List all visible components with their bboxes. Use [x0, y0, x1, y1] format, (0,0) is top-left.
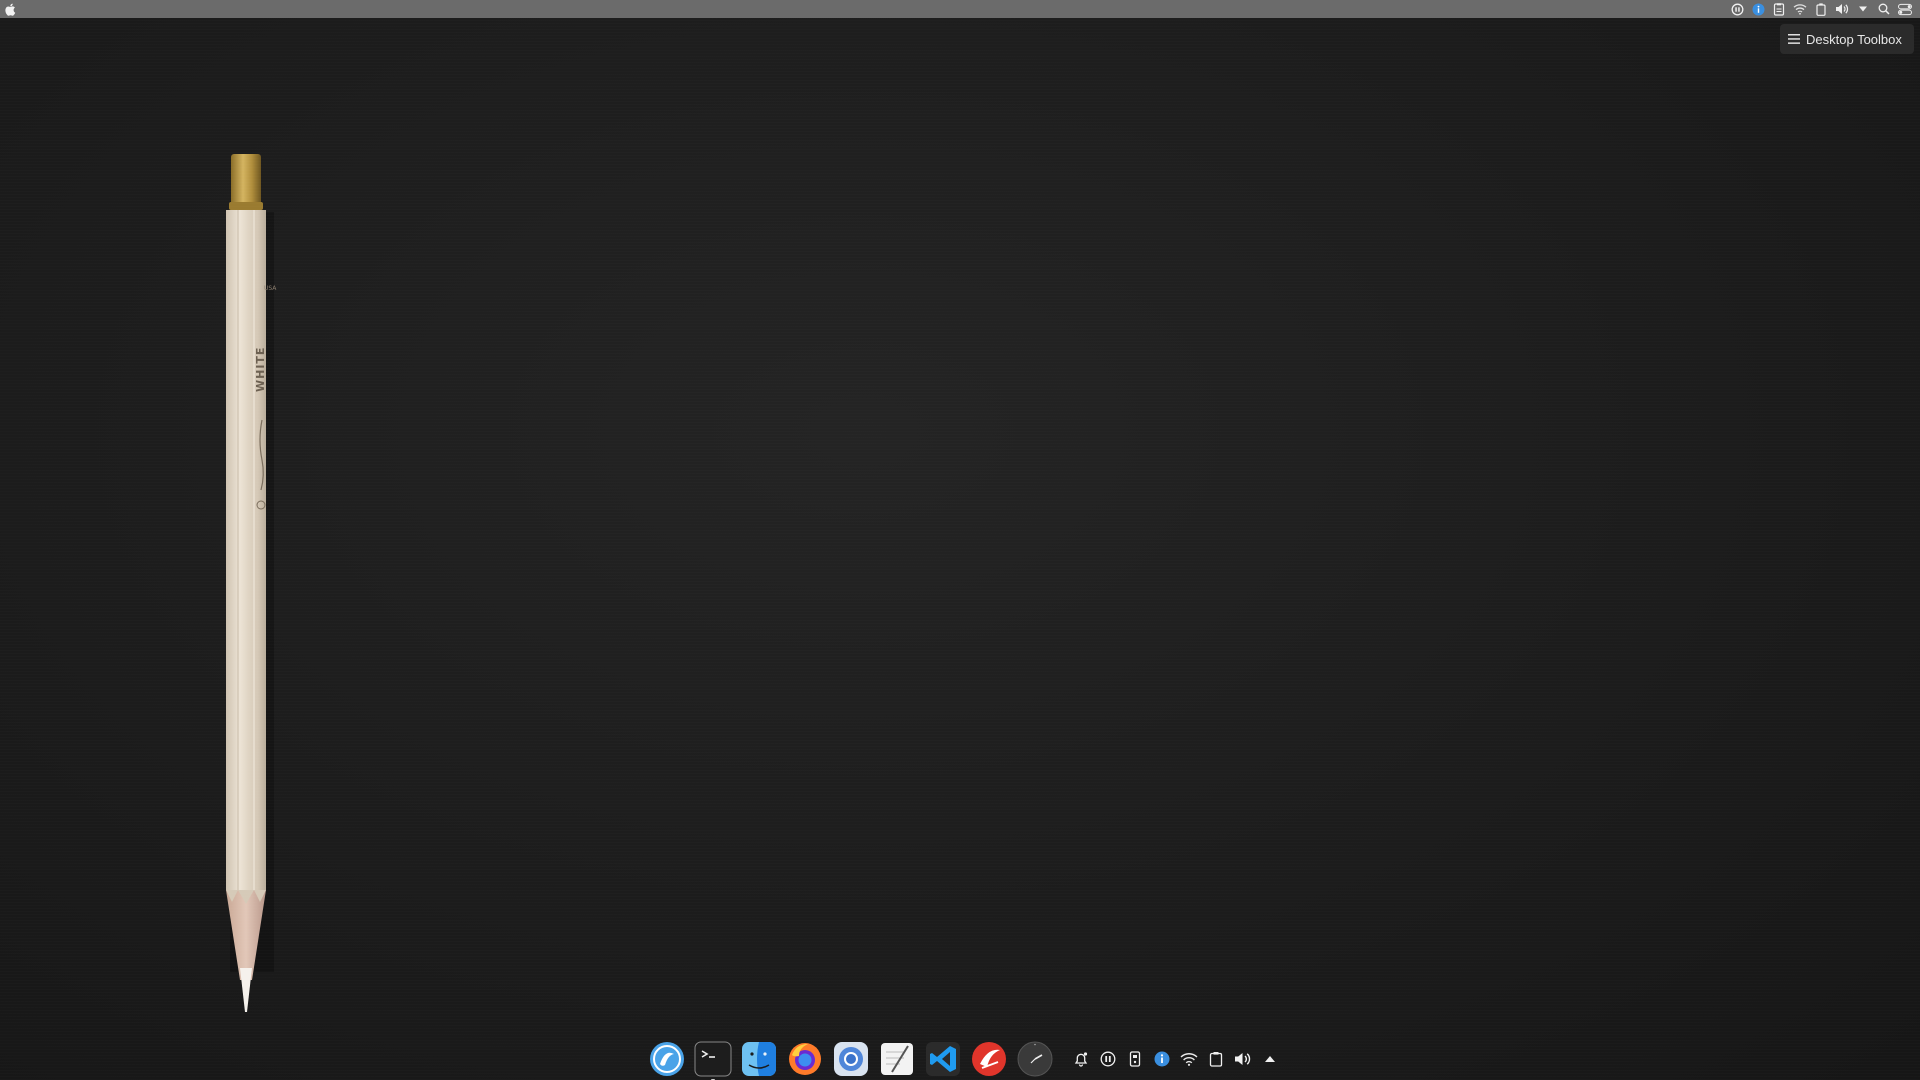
hamburger-icon — [1788, 32, 1800, 47]
info-icon[interactable] — [1751, 2, 1765, 16]
clipboard-icon[interactable] — [1207, 1050, 1225, 1068]
dock-app-finder[interactable] — [740, 1040, 778, 1078]
search-icon[interactable] — [1877, 2, 1891, 16]
wifi-tray-icon[interactable] — [1180, 1050, 1198, 1068]
chrome-icon — [834, 1042, 868, 1076]
volume-tray-icon[interactable] — [1234, 1050, 1252, 1068]
desktop: Desktop Toolbox USA WHITE — [0, 0, 1920, 1080]
text-editor-icon — [881, 1043, 913, 1075]
pencil-body — [226, 210, 266, 890]
dock-app-elementary-browser[interactable] — [648, 1040, 686, 1078]
apple-menu-icon[interactable] — [1, 0, 19, 18]
dock-tray — [1072, 1050, 1279, 1068]
dock-app-text-editor[interactable] — [878, 1040, 916, 1078]
dropdown-icon[interactable] — [1856, 2, 1870, 16]
control-center-icon[interactable] — [1898, 2, 1912, 16]
menu-bar — [0, 0, 1920, 18]
dock-app-terminal[interactable] — [694, 1040, 732, 1080]
wifi-icon[interactable] — [1793, 2, 1807, 16]
pencil-ferrule — [231, 154, 261, 208]
phone-icon[interactable] — [1126, 1050, 1144, 1068]
dock — [648, 1038, 1279, 1080]
menu-bar-tray — [1730, 0, 1912, 18]
battery-icon[interactable] — [1814, 2, 1828, 16]
dock-app-red[interactable] — [970, 1040, 1008, 1078]
desktop-toolbox-label: Desktop Toolbox — [1806, 31, 1902, 47]
info-tray-icon[interactable] — [1153, 1050, 1171, 1068]
arrow-up-icon[interactable] — [1261, 1050, 1279, 1068]
app-red-icon — [972, 1042, 1006, 1076]
record-icon[interactable] — [1730, 2, 1744, 16]
dock-app-chrome[interactable] — [832, 1040, 870, 1078]
vscode-icon — [926, 1042, 960, 1076]
wallpaper-pencil: USA WHITE — [220, 150, 280, 1020]
pencil-brand-imprint: USA — [264, 285, 277, 292]
clock-icon — [1017, 1041, 1053, 1077]
finder-icon — [742, 1042, 776, 1076]
clipboard-doc-icon[interactable] — [1772, 2, 1786, 16]
dock-app-vscode[interactable] — [924, 1040, 962, 1078]
firefox-icon — [789, 1043, 821, 1075]
pause-icon[interactable] — [1099, 1050, 1117, 1068]
browser-icon — [650, 1042, 684, 1076]
bell-icon[interactable] — [1072, 1050, 1090, 1068]
terminal-icon — [694, 1041, 732, 1077]
dock-app-firefox[interactable] — [786, 1040, 824, 1078]
pencil-color-imprint: WHITE — [254, 347, 267, 392]
dock-app-clock[interactable] — [1016, 1040, 1054, 1078]
desktop-toolbox-button[interactable]: Desktop Toolbox — [1780, 24, 1914, 54]
volume-icon[interactable] — [1835, 2, 1849, 16]
